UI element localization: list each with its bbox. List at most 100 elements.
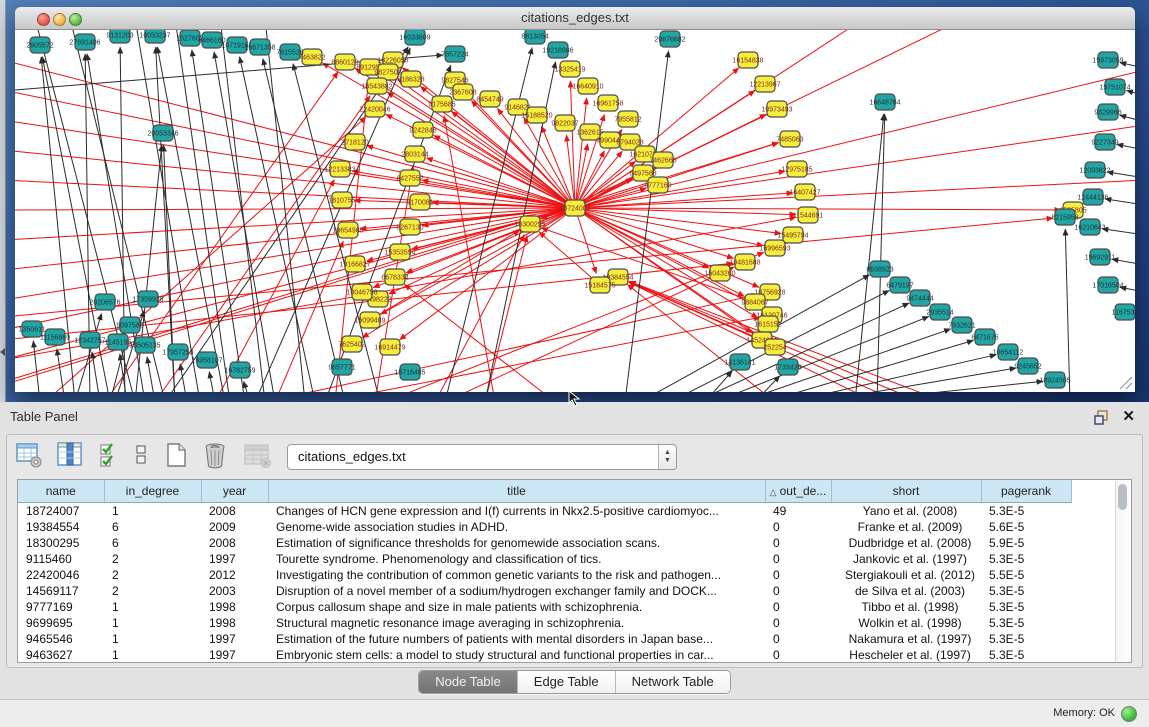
column-header-title[interactable]: title xyxy=(268,480,765,503)
table-cell[interactable]: 6 xyxy=(104,519,201,535)
table-cell[interactable]: 1 xyxy=(104,631,201,647)
table-cell[interactable]: 5.5E-5 xyxy=(981,567,1071,583)
tab-node-table[interactable]: Node Table xyxy=(419,671,517,693)
table-cell[interactable]: 1 xyxy=(104,503,201,520)
table-row[interactable]: 1872400712008Changes of HCN gene express… xyxy=(18,503,1071,520)
table-cell[interactable]: Estimation of the future numbers of pati… xyxy=(268,631,765,647)
table-row[interactable]: 946362711997Embryonic stem cells: a mode… xyxy=(18,647,1071,663)
table-cell[interactable]: 5.3E-5 xyxy=(981,599,1071,615)
table-cell[interactable]: 0 xyxy=(765,647,831,663)
table-cell[interactable]: Jankovic et al. (1997) xyxy=(831,551,981,567)
graph-edge[interactable] xyxy=(1065,229,1070,392)
selection-mode-icon[interactable] xyxy=(98,441,120,469)
table-header-row[interactable]: namein_degreeyeartitle△out_de...shortpag… xyxy=(18,480,1071,503)
table-cell[interactable]: 2008 xyxy=(201,535,268,551)
column-header-in-degree[interactable]: in_degree xyxy=(104,480,201,503)
graph-edge[interactable] xyxy=(1117,144,1135,150)
table-cell[interactable]: 0 xyxy=(765,631,831,647)
graph-edge[interactable] xyxy=(400,208,575,340)
table-cell[interactable]: 5.3E-5 xyxy=(981,551,1071,567)
table-cell[interactable]: Genome-wide association studies in ADHD. xyxy=(268,519,765,535)
graph-edge[interactable] xyxy=(15,150,575,208)
graph-edge[interactable] xyxy=(575,151,622,208)
table-row[interactable]: 2242004622012Investigating the contribut… xyxy=(18,567,1071,583)
table-cell[interactable]: Nakamura et al. (1997) xyxy=(831,631,981,647)
table-row[interactable]: 1830029562008Estimation of significance … xyxy=(18,535,1071,551)
graph-edge[interactable] xyxy=(877,114,885,392)
table-row[interactable]: 911546021997Tourette syndrome. Phenomeno… xyxy=(18,551,1071,567)
table-cell[interactable]: Stergiakouli et al. (2012) xyxy=(831,567,981,583)
table-cell[interactable]: Embryonic stem cells: a model to study s… xyxy=(268,647,765,663)
table-cell[interactable]: 5.3E-5 xyxy=(981,583,1071,599)
table-cell[interactable]: 0 xyxy=(765,615,831,631)
tab-network-table[interactable]: Network Table xyxy=(615,671,730,693)
graph-edge[interactable] xyxy=(214,52,275,392)
table-cell[interactable]: Investigating the contribution of common… xyxy=(268,567,765,583)
network-window-titlebar[interactable]: citations_edges.txt xyxy=(15,7,1135,30)
table-cell[interactable]: Hescheler et al. (1997) xyxy=(831,647,981,663)
close-panel-icon[interactable]: ✕ xyxy=(1122,407,1135,425)
delete-table-icon[interactable] xyxy=(242,441,272,469)
graph-edge[interactable] xyxy=(15,90,575,208)
graph-edge[interactable] xyxy=(192,50,245,392)
column-header-pagerank[interactable]: pagerank xyxy=(981,480,1071,503)
table-cell[interactable]: Dudbridge et al. (2008) xyxy=(831,535,981,551)
panel-collapse-arrow-icon[interactable] xyxy=(0,348,5,356)
graph-edge[interactable] xyxy=(815,368,1016,392)
graph-edge[interactable] xyxy=(1102,229,1135,235)
table-cell[interactable]: 5.3E-5 xyxy=(981,615,1071,631)
table-cell[interactable]: Yano et al. (2008) xyxy=(831,503,981,520)
table-cell[interactable]: de Silva et al. (2003) xyxy=(831,583,981,599)
graph-edge[interactable] xyxy=(404,284,555,392)
table-row[interactable]: 946554611997Estimation of the future num… xyxy=(18,631,1071,647)
citation-graph[interactable]: 1872400792428482803144842755291700818267… xyxy=(15,30,1135,392)
graph-edge[interactable] xyxy=(1120,115,1135,122)
memory-status-icon[interactable] xyxy=(1121,706,1137,722)
table-cell[interactable]: 2 xyxy=(104,583,201,599)
graph-edge[interactable] xyxy=(175,30,230,392)
table-row[interactable]: 1938455462009Genome-wide association stu… xyxy=(18,519,1071,535)
column-header-out-de-[interactable]: △out_de... xyxy=(765,480,831,503)
table-cell[interactable]: 18300295 xyxy=(18,535,104,551)
graph-edge[interactable] xyxy=(1105,199,1135,205)
table-cell[interactable]: 5.3E-5 xyxy=(981,503,1071,520)
table-cell[interactable]: 2 xyxy=(104,567,201,583)
table-cell[interactable]: 0 xyxy=(765,583,831,599)
table-cell[interactable]: 1 xyxy=(104,599,201,615)
graph-edge[interactable] xyxy=(209,372,215,392)
table-cell[interactable]: 19384554 xyxy=(18,519,104,535)
graph-edge[interactable] xyxy=(135,145,162,392)
graph-edge[interactable] xyxy=(157,47,225,392)
table-cell[interactable]: 1 xyxy=(104,615,201,631)
table-cell[interactable]: 0 xyxy=(765,551,831,567)
table-cell[interactable]: 0 xyxy=(765,519,831,535)
network-canvas[interactable]: 1872400792428482803144842755291700818267… xyxy=(15,30,1135,392)
graph-edge[interactable] xyxy=(15,217,796,360)
table-cell[interactable]: Disruption of a novel member of a sodium… xyxy=(268,583,765,599)
graph-edge[interactable] xyxy=(15,208,575,210)
create-column-icon[interactable] xyxy=(163,441,189,469)
table-scrollbar[interactable] xyxy=(1115,481,1130,661)
graph-edge[interactable] xyxy=(244,381,250,392)
table-selector-dropdown[interactable]: citations_edges.txt ▲▼ xyxy=(287,444,677,470)
graph-edge[interactable] xyxy=(45,117,366,392)
graph-edge[interactable] xyxy=(220,30,265,392)
table-scrollbar-thumb[interactable] xyxy=(1118,484,1127,510)
table-cell[interactable]: 1997 xyxy=(201,631,268,647)
table-cell[interactable]: 22420046 xyxy=(18,567,104,583)
node-table[interactable]: namein_degreeyeartitle△out_de...shortpag… xyxy=(17,479,1132,663)
table-cell[interactable]: Tibbo et al. (1998) xyxy=(831,599,981,615)
table-cell[interactable]: 2008 xyxy=(201,503,268,520)
table-cell[interactable]: Franke et al. (2009) xyxy=(831,519,981,535)
table-row[interactable]: 977716911998Corpus callosum shape and si… xyxy=(18,599,1071,615)
table-cell[interactable]: Tourette syndrome. Phenomenology and cla… xyxy=(268,551,765,567)
table-cell[interactable]: 2012 xyxy=(201,567,268,583)
resize-grip-icon[interactable] xyxy=(1117,374,1133,390)
table-cell[interactable]: Estimation of significance thresholds fo… xyxy=(268,535,765,551)
column-header-year[interactable]: year xyxy=(201,480,268,503)
table-cell[interactable]: 5.3E-5 xyxy=(981,647,1071,663)
graph-edge[interactable] xyxy=(33,341,40,392)
graph-edge[interactable] xyxy=(1107,172,1135,178)
network-view-window[interactable]: citations_edges.txt 18724007924284828031… xyxy=(15,7,1135,392)
table-cell[interactable]: 1998 xyxy=(201,599,268,615)
